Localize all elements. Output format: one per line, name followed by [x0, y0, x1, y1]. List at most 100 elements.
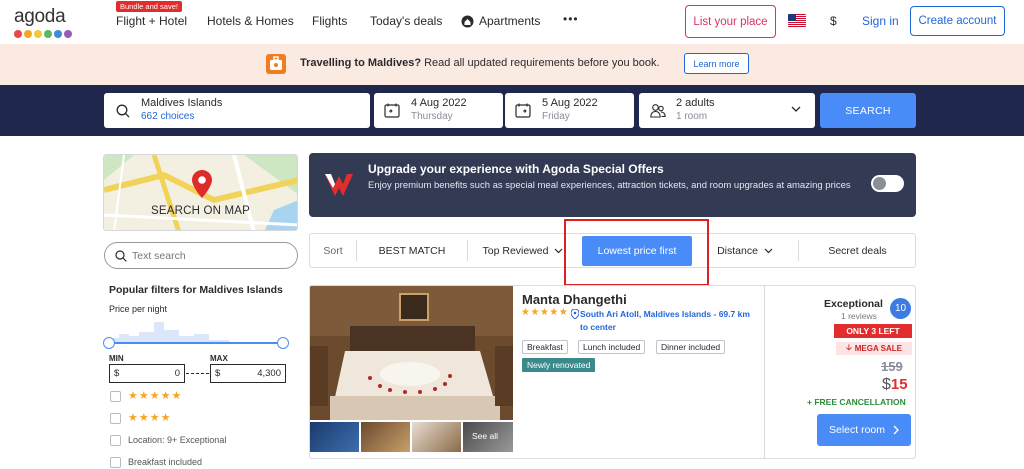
guests-field[interactable]: 2 adults 1 room — [639, 93, 815, 128]
checkin-field[interactable]: 4 Aug 2022 Thursday — [374, 93, 503, 128]
nav-hotels-homes[interactable]: Hotels & Homes — [207, 14, 294, 28]
hotel-star-rating: ★★★★★ — [521, 307, 569, 318]
destination-choices: 662 choices — [141, 111, 195, 122]
nav-flights[interactable]: Flights — [312, 14, 347, 28]
mega-sale-badge: 🡣 MEGA SALE — [836, 342, 912, 355]
hotel-thumbnail[interactable] — [361, 422, 410, 452]
original-price: 159 — [881, 359, 903, 374]
sort-best-match[interactable]: BEST MATCH — [357, 234, 467, 267]
only-left-badge: ONLY 3 LEFT — [834, 324, 912, 338]
apartment-icon — [461, 15, 474, 27]
search-on-map[interactable]: SEARCH ON MAP — [103, 154, 298, 231]
create-account-button[interactable]: Create account — [910, 6, 1005, 36]
select-room-label: Select room — [828, 424, 886, 436]
agoda-special-offers-icon — [325, 174, 353, 196]
filter-checkbox-5-stars[interactable] — [110, 391, 121, 402]
promo-subtitle: Enjoy premium benefits such as special m… — [368, 180, 851, 191]
amenity-breakfast: Breakfast — [522, 340, 568, 354]
banner-bold-text: Travelling to Maldives? — [300, 57, 422, 69]
price-slider-track[interactable] — [109, 342, 284, 344]
sort-secret-deals[interactable]: Secret deals — [799, 234, 916, 267]
destination-field[interactable]: Maldives Islands 662 choices — [104, 93, 370, 128]
filter-label-4-stars: ★★★★ — [128, 412, 172, 424]
destination-value: Maldives Islands — [141, 97, 223, 109]
promo-title: Upgrade your experience with Agoda Speci… — [368, 162, 664, 176]
more-menu-icon[interactable]: ••• — [563, 12, 579, 26]
popular-filters-title: Popular filters for Maldives Islands — [109, 284, 283, 296]
price-slider-max-handle[interactable] — [277, 337, 289, 349]
price-value: 15 — [890, 376, 908, 393]
review-count[interactable]: 1 reviews — [841, 311, 877, 321]
arrow-down-icon: 🡣 — [845, 342, 852, 352]
guests-value: 2 adults — [676, 97, 715, 109]
top-header: agoda Bundle and save! Flight + Hotel Ho… — [0, 0, 1024, 44]
hotel-location-link[interactable]: South Ari Atoll, Maldives Islands - 69.7… — [580, 308, 755, 334]
sign-in-link[interactable]: Sign in — [862, 14, 899, 28]
search-icon — [115, 250, 127, 262]
hotel-see-all-photos[interactable]: See all — [463, 422, 513, 452]
price-histogram — [109, 322, 285, 344]
sort-distance[interactable]: Distance — [700, 234, 790, 267]
hotel-photo-illustration — [310, 286, 513, 420]
search-bar: Maldives Islands 662 choices 4 Aug 2022 … — [0, 85, 1024, 136]
nav-apartments[interactable]: Apartments — [461, 14, 540, 28]
special-offers-promo: Upgrade your experience with Agoda Speci… — [309, 153, 916, 217]
learn-more-button[interactable]: Learn more — [684, 53, 749, 74]
hotel-main-photo[interactable] — [310, 286, 513, 420]
rooms-value: 1 room — [676, 111, 708, 122]
sort-top-reviewed[interactable]: Top Reviewed — [468, 234, 578, 267]
logo-dots — [14, 30, 72, 38]
price-slider-min-handle[interactable] — [103, 337, 115, 349]
sort-highlight-annotation — [564, 219, 709, 286]
rating-label: Exceptional — [824, 298, 883, 310]
us-flag-icon[interactable] — [788, 14, 806, 27]
special-offers-toggle[interactable] — [871, 175, 904, 192]
price-per-night-label: Price per night — [109, 304, 168, 314]
select-room-button[interactable]: Select room — [817, 414, 911, 446]
chevron-down-icon — [764, 248, 773, 253]
text-search-placeholder: Text search — [132, 250, 186, 262]
max-price-input[interactable]: $ 4,300 — [210, 364, 286, 383]
logo-text: agoda — [14, 6, 66, 27]
search-on-map-label: SEARCH ON MAP — [150, 205, 251, 217]
checkin-day: Thursday — [411, 111, 453, 122]
price-range-dash — [186, 373, 209, 374]
hotel-thumbnail[interactable] — [412, 422, 461, 452]
price-panel: Exceptional 1 reviews 10 ONLY 3 LEFT 🡣 M… — [764, 286, 915, 458]
hotel-thumbnail[interactable] — [310, 422, 359, 452]
min-price-currency: $ — [114, 368, 120, 379]
list-your-place-button[interactable]: List your place — [685, 5, 776, 38]
map-pin-icon — [192, 170, 212, 198]
filter-checkbox-breakfast[interactable] — [110, 457, 121, 468]
toggle-knob — [873, 177, 886, 190]
location-pin-icon — [571, 309, 579, 319]
nav-flight-hotel[interactable]: Flight + Hotel — [116, 14, 187, 28]
min-label: MIN — [109, 354, 124, 363]
hotel-name[interactable]: Manta Dhangethi — [522, 292, 627, 307]
checkout-date: 5 Aug 2022 — [542, 97, 598, 109]
filter-checkbox-4-stars[interactable] — [110, 413, 121, 424]
current-price: $15 — [882, 376, 908, 394]
mega-sale-label: MEGA SALE — [854, 344, 902, 353]
filter-checkbox-location-exceptional[interactable] — [110, 435, 121, 446]
bundle-badge: Bundle and save! — [116, 1, 182, 12]
filter-label-breakfast: Breakfast included — [128, 457, 203, 467]
checkout-day: Friday — [542, 111, 570, 122]
agoda-logo[interactable]: agoda — [14, 6, 72, 38]
see-all-label: See all — [472, 431, 498, 441]
chevron-right-icon — [893, 425, 899, 435]
search-icon — [116, 104, 130, 118]
calendar-checkin-icon — [384, 103, 400, 118]
amenity-lunch-included: Lunch included — [578, 340, 646, 354]
min-price-input[interactable]: $ 0 — [109, 364, 185, 383]
banner-message: Travelling to Maldives? Read all updated… — [300, 57, 660, 69]
banner-body-text: Read all updated requirements before you… — [421, 57, 660, 69]
currency-selector[interactable]: $ — [830, 14, 837, 28]
text-search-input[interactable]: Text search — [104, 242, 298, 269]
hotel-card[interactable]: See all Manta Dhangethi ★★★★★ South Ari … — [309, 285, 916, 459]
checkout-field[interactable]: 5 Aug 2022 Friday — [505, 93, 634, 128]
filter-label-5-stars: ★★★★★ — [128, 390, 183, 402]
nav-todays-deals[interactable]: Today's deals — [370, 14, 442, 28]
suitcase-icon — [266, 54, 286, 74]
search-button[interactable]: SEARCH — [820, 93, 916, 128]
